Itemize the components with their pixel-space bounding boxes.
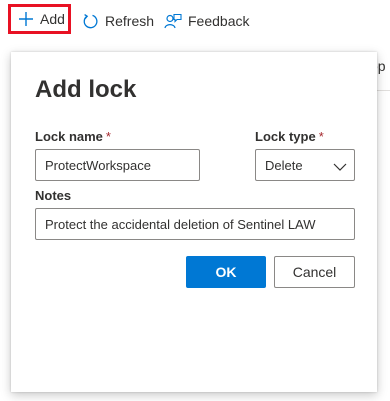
chevron-down-icon	[333, 160, 347, 175]
feedback-icon	[164, 13, 182, 30]
notes-label: Notes	[35, 188, 72, 203]
refresh-button-label: Refresh	[105, 13, 155, 29]
required-marker: *	[105, 129, 111, 144]
command-bar: Add Refresh Feedback	[0, 0, 390, 42]
add-button[interactable]: Add	[8, 4, 71, 34]
required-marker: *	[318, 129, 324, 144]
refresh-button[interactable]: Refresh	[82, 8, 154, 34]
add-button-label: Add	[40, 11, 65, 27]
lock-name-label-text: Lock name	[35, 129, 103, 144]
lock-type-label: Lock type *	[255, 129, 324, 144]
dialog-title: Add lock	[35, 76, 137, 103]
cancel-button[interactable]: Cancel	[274, 256, 355, 288]
lock-type-select[interactable]: Delete	[255, 149, 355, 181]
lock-name-input[interactable]: ProtectWorkspace	[35, 149, 200, 181]
plus-icon	[18, 11, 34, 27]
lock-name-label: Lock name *	[35, 129, 111, 144]
lock-type-label-text: Lock type	[255, 129, 316, 144]
notes-value: Protect the accidental deletion of Senti…	[45, 216, 316, 232]
notes-input[interactable]: Protect the accidental deletion of Senti…	[35, 208, 355, 240]
lock-type-value: Delete	[265, 157, 303, 173]
feedback-button[interactable]: Feedback	[164, 8, 249, 34]
refresh-icon	[82, 13, 99, 30]
add-lock-dialog: Add lock Lock name * ProtectWorkspace Loc…	[11, 52, 377, 392]
ok-button[interactable]: OK	[186, 256, 266, 288]
feedback-button-label: Feedback	[188, 13, 250, 29]
lock-name-value: ProtectWorkspace	[45, 157, 151, 173]
